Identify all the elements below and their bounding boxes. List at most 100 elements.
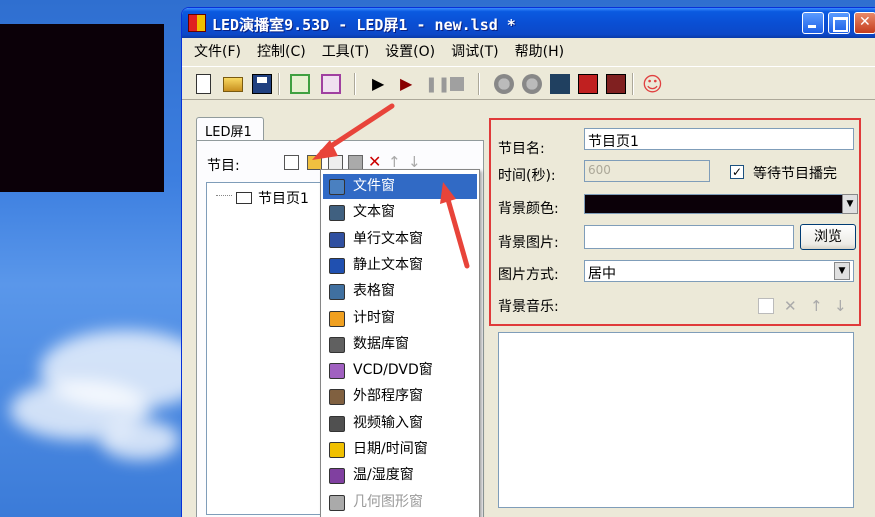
window-title: LED演播室9.53D - LED屏1 - new.lsd * (212, 16, 516, 34)
menu-help[interactable]: 帮助(H) (507, 38, 572, 64)
menu-item-table[interactable]: 表格窗 (323, 279, 477, 304)
tab-led-screen[interactable]: LED屏1 (196, 117, 264, 141)
bg-music-label: 背景音乐: (498, 299, 559, 315)
music-down-icon[interactable]: ↓ (834, 298, 850, 314)
static-text-icon (329, 257, 345, 274)
menu-item-gear[interactable]: 外部程序窗 (323, 384, 477, 409)
menu-item-timer[interactable]: 计时窗 (323, 306, 477, 331)
person-icon[interactable] (494, 74, 514, 94)
image-mode-dropdown-icon[interactable]: ▼ (834, 262, 850, 280)
stop-icon[interactable] (450, 77, 464, 91)
menu-item-label: 静止文本窗 (353, 256, 423, 273)
copy-icon[interactable] (328, 155, 343, 170)
menu-item-label: 计时窗 (353, 309, 395, 326)
move-up-icon[interactable]: ↑ (388, 155, 403, 170)
tree-item-label: 节目页1 (258, 191, 309, 207)
table-icon (329, 284, 345, 301)
program-label: 节目: (207, 158, 240, 174)
menu-item-thermometer[interactable]: 温/湿度窗 (323, 463, 477, 488)
remove-music-icon[interactable]: ✕ (784, 298, 800, 314)
menu-item-geometry: 几何图形窗 (323, 490, 477, 515)
app-window: LED演播室9.53D - LED屏1 - new.lsd * 文件(F) 控制… (181, 7, 875, 517)
tree-connector (216, 195, 232, 196)
dvd-icon (329, 363, 345, 380)
menu-item-label: VCD/DVD窗 (353, 362, 433, 379)
bg-color-dropdown-icon[interactable]: ▼ (842, 194, 858, 214)
green-grid-icon[interactable] (290, 74, 310, 94)
menu-item-database[interactable]: 数据库窗 (323, 332, 477, 357)
browse-button[interactable]: 浏览 (800, 224, 856, 250)
cloud (100, 420, 180, 460)
paste-icon[interactable] (348, 155, 363, 170)
time-label: 时间(秒): (498, 168, 556, 184)
save-icon[interactable] (252, 74, 272, 94)
music-list[interactable] (498, 332, 854, 508)
menu-debug[interactable]: 调试(T) (443, 38, 506, 64)
menu-tools[interactable]: 工具(T) (314, 38, 377, 64)
geometry-icon (329, 494, 345, 511)
tree-item-program-page[interactable]: 节目页1 (236, 188, 309, 208)
step-icon[interactable]: ▶ (400, 74, 420, 94)
menu-file[interactable]: 文件(F) (186, 38, 249, 64)
music-up-icon[interactable]: ↑ (810, 298, 826, 314)
bg-image-label: 背景图片: (498, 235, 559, 251)
toolbar-separator (632, 73, 634, 95)
add-window-icon[interactable] (307, 155, 322, 170)
edit-icon[interactable] (321, 74, 341, 94)
red-screen-icon[interactable] (606, 74, 626, 94)
menu-bar: 文件(F) 控制(C) 工具(T) 设置(O) 调试(T) 帮助(H) (182, 38, 875, 64)
program-name-label: 节目名: (498, 141, 545, 157)
menu-item-label: 表格窗 (353, 283, 395, 300)
menu-item-label: 数据库窗 (353, 335, 409, 352)
person-card-icon (329, 179, 345, 195)
menu-item-text-window[interactable]: 文本窗 (323, 200, 477, 225)
menu-item-person-card[interactable]: 文件窗 (323, 174, 477, 199)
smiley-icon[interactable]: ☺ (642, 74, 663, 94)
wait-label: 等待节目播完 (753, 166, 837, 182)
image-mode-label: 图片方式: (498, 267, 559, 283)
new-icon[interactable] (196, 74, 211, 94)
time-input[interactable]: 600 (584, 160, 710, 182)
menu-item-static-text[interactable]: 静止文本窗 (323, 253, 477, 278)
menu-control[interactable]: 控制(C) (249, 38, 314, 64)
timer-icon (329, 310, 345, 327)
toolbar-separator (354, 73, 356, 95)
move-down-icon[interactable]: ↓ (408, 155, 423, 170)
gear-icon (329, 389, 345, 406)
menu-settings[interactable]: 设置(O) (377, 38, 443, 64)
menu-item-label: 几何图形窗 (353, 493, 423, 510)
new-program-icon[interactable] (284, 155, 299, 170)
program-name-input[interactable]: 节目页1 (584, 128, 854, 150)
menu-item-label: 文本窗 (353, 204, 395, 221)
title-bar[interactable]: LED演播室9.53D - LED屏1 - new.lsd * (182, 8, 875, 38)
wait-checkbox[interactable]: ✓ (730, 165, 744, 179)
maximize-button[interactable] (828, 12, 850, 34)
image-mode-select[interactable]: 居中 (584, 260, 854, 282)
menu-item-label: 温/湿度窗 (353, 467, 414, 484)
video-input-icon (329, 415, 345, 432)
bg-color-select[interactable] (584, 194, 852, 214)
menu-item-video-input[interactable]: 视频输入窗 (323, 411, 477, 436)
program-page-icon (236, 192, 252, 204)
menu-item-label: 日期/时间窗 (353, 441, 428, 457)
context-menu: 文件窗文本窗单行文本窗静止文本窗表格窗计时窗数据库窗 VCD/DVD窗 外部程序窗视… (320, 169, 480, 517)
menu-item-single-line-text[interactable]: 单行文本窗 (323, 227, 477, 252)
open-icon[interactable] (223, 77, 243, 92)
bg-image-input[interactable] (584, 225, 794, 249)
text-window-icon (329, 205, 345, 222)
close-button[interactable] (854, 12, 875, 34)
pause-icon[interactable]: ❚❚ (425, 74, 450, 94)
add-music-icon[interactable] (758, 298, 774, 314)
delete-icon[interactable]: ✕ (368, 154, 383, 170)
menu-item-label: 外部程序窗 (353, 388, 423, 405)
toolbar: ▶ ▶ ❚❚ ☺ (182, 66, 875, 100)
network-icon[interactable] (550, 74, 570, 94)
play-icon[interactable]: ▶ (372, 74, 392, 94)
red-screen-icon[interactable] (578, 74, 598, 94)
person-icon[interactable] (522, 74, 542, 94)
menu-item-clock[interactable]: 日期/时间窗 (323, 437, 477, 462)
background-black-window (0, 24, 164, 192)
menu-item-dvd[interactable]: VCD/DVD窗 (323, 358, 477, 383)
minimize-button[interactable] (802, 12, 824, 34)
toolbar-separator (278, 73, 280, 95)
